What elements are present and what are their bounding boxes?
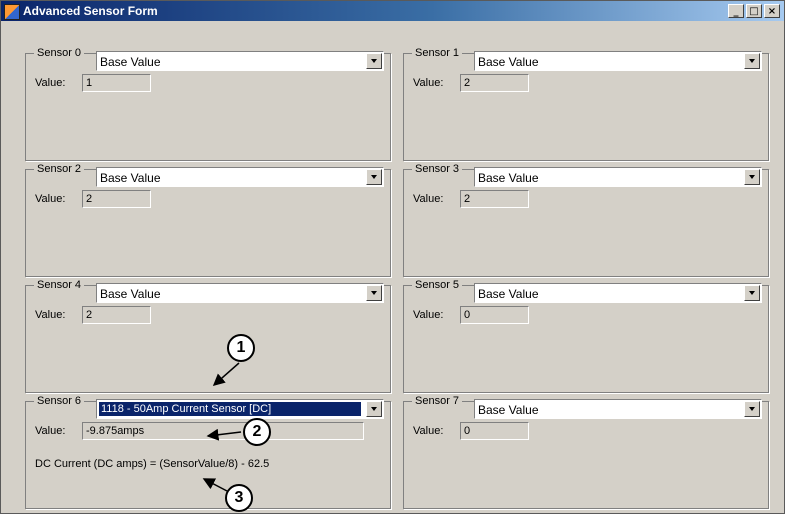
advanced-sensor-form-window: Advanced Sensor Form _ □ × Sensor 0 Base V…	[0, 0, 785, 514]
callout-1: 1	[227, 334, 255, 362]
callout-2: 2	[243, 418, 271, 446]
callout-arrows	[202, 362, 242, 492]
callout-2-arrow	[206, 428, 242, 441]
callout-3-arrow	[202, 478, 228, 492]
callout-1-arrow	[212, 362, 240, 386]
callout-3: 3	[225, 484, 253, 512]
